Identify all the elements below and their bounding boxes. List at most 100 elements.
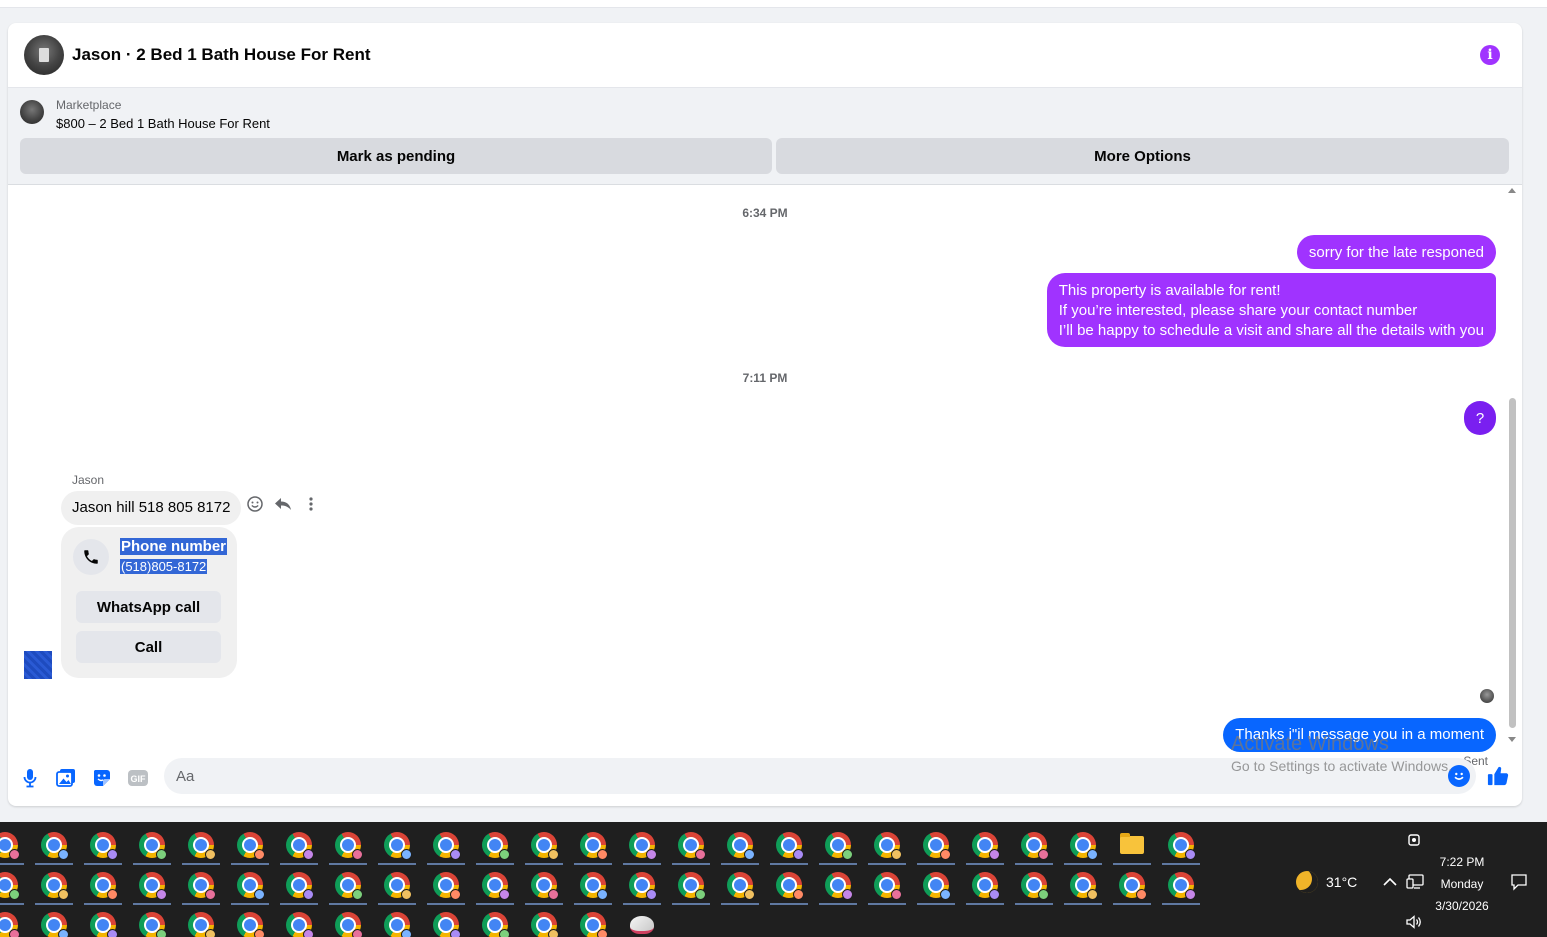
chevron-up-icon[interactable] (1383, 874, 1397, 890)
chrome-profile-icon[interactable] (819, 830, 857, 865)
chrome-profile-icon[interactable] (721, 830, 759, 865)
chrome-profile-icon[interactable] (525, 830, 563, 865)
outgoing-message[interactable]: Thanks i"il message you in a moment (1223, 718, 1496, 752)
chrome-profile-icon[interactable] (39, 910, 69, 937)
chrome-profile-icon[interactable] (235, 910, 265, 937)
chrome-profile-icon[interactable] (427, 870, 465, 905)
chrome-profile-icon[interactable] (623, 830, 661, 865)
gif-icon[interactable]: GIF (126, 766, 150, 790)
scroll-thumb[interactable] (1509, 398, 1516, 728)
phone-number-value[interactable]: (518)805-8172 (120, 559, 208, 574)
chrome-profile-icon[interactable] (182, 870, 220, 905)
chrome-profile-icon[interactable] (133, 830, 171, 865)
microphone-icon[interactable] (18, 766, 42, 790)
more-options-icon[interactable] (302, 495, 320, 513)
scroll-up-arrow[interactable] (1508, 188, 1516, 193)
chrome-profile-icon[interactable] (868, 830, 906, 865)
chrome-profile-icon[interactable] (382, 910, 412, 937)
volume-icon[interactable] (1405, 914, 1423, 933)
chrome-profile-icon[interactable] (231, 830, 269, 865)
chrome-profile-icon[interactable] (966, 830, 1004, 865)
chrome-profile-icon[interactable] (672, 870, 710, 905)
system-clock[interactable]: 7:22 PM Monday 3/30/2026 (1425, 851, 1499, 917)
chrome-profile-icon[interactable] (84, 830, 122, 865)
scroll-down-arrow[interactable] (1508, 737, 1516, 742)
whatsapp-call-button[interactable]: WhatsApp call (76, 591, 221, 623)
chrome-profile-icon[interactable] (480, 910, 510, 937)
chrome-profile-icon[interactable] (431, 910, 461, 937)
chrome-profile-icon[interactable] (182, 830, 220, 865)
mark-pending-button[interactable]: Mark as pending (20, 138, 772, 174)
emoji-icon[interactable] (1448, 765, 1470, 787)
chrome-profile-icon[interactable] (770, 870, 808, 905)
chrome-profile-icon[interactable] (917, 830, 955, 865)
thumbs-up-icon[interactable] (1486, 764, 1510, 788)
chrome-profile-icon[interactable] (84, 870, 122, 905)
chrome-profile-icon[interactable] (578, 910, 608, 937)
chrome-profile-icon[interactable] (333, 910, 363, 937)
chrome-profile-icon[interactable] (0, 870, 24, 905)
chrome-profile-icon[interactable] (280, 870, 318, 905)
chrome-profile-icon[interactable] (476, 870, 514, 905)
chrome-profile-icon[interactable] (35, 830, 73, 865)
chrome-profile-icon[interactable] (137, 910, 167, 937)
reply-icon[interactable] (274, 495, 292, 513)
chrome-profile-icon[interactable] (1064, 870, 1102, 905)
chrome-profile-icon[interactable] (133, 870, 171, 905)
outgoing-message[interactable]: ? (1464, 401, 1496, 435)
outgoing-message[interactable]: sorry for the late responed (1296, 235, 1496, 269)
chrome-profile-icon[interactable] (966, 870, 1004, 905)
react-emoji-icon[interactable] (246, 495, 264, 513)
network-icon[interactable] (1406, 874, 1424, 893)
meet-now-icon[interactable] (1407, 832, 1421, 851)
listing-thumbnail[interactable] (20, 100, 44, 124)
chrome-profile-icon[interactable] (672, 830, 710, 865)
chrome-profile-icon[interactable] (574, 830, 612, 865)
chrome-profile-icon[interactable] (186, 910, 216, 937)
info-icon[interactable]: i (1480, 45, 1500, 65)
chrome-profile-icon[interactable] (529, 910, 559, 937)
chrome-profile-icon[interactable] (231, 870, 269, 905)
message-scrollbar[interactable] (1506, 188, 1518, 744)
chrome-profile-icon[interactable] (329, 870, 367, 905)
chrome-profile-icon[interactable] (476, 830, 514, 865)
photo-icon[interactable] (54, 766, 78, 790)
chrome-profile-icon[interactable] (88, 910, 118, 937)
chrome-profile-icon[interactable] (280, 830, 318, 865)
chrome-profile-icon[interactable] (623, 870, 661, 905)
chrome-profile-icon[interactable] (1162, 830, 1200, 865)
chrome-profile-icon[interactable] (574, 870, 612, 905)
chrome-profile-icon[interactable] (378, 830, 416, 865)
chrome-profile-icon[interactable] (868, 870, 906, 905)
chrome-profile-icon[interactable] (378, 870, 416, 905)
chrome-profile-icon[interactable] (721, 870, 759, 905)
chrome-profile-icon[interactable] (1015, 830, 1053, 865)
incoming-message[interactable]: Jason hill 518 805 8172 (61, 491, 242, 525)
file-explorer-icon[interactable] (1113, 830, 1151, 865)
weather-widget[interactable]: 31°C (1296, 871, 1357, 893)
chrome-profile-icon[interactable] (1162, 870, 1200, 905)
sender-avatar[interactable] (24, 651, 52, 679)
more-options-button[interactable]: More Options (776, 138, 1509, 174)
chrome-profile-icon[interactable] (1064, 830, 1102, 865)
chrome-profile-icon[interactable] (427, 830, 465, 865)
chrome-profile-icon[interactable] (770, 830, 808, 865)
outgoing-message[interactable]: This property is available for rent! If … (1046, 273, 1496, 347)
chrome-profile-icon[interactable] (0, 910, 20, 937)
conversation-title[interactable]: Jason · 2 Bed 1 Bath House For Rent (72, 45, 371, 65)
chrome-profile-icon[interactable] (35, 870, 73, 905)
sticker-icon[interactable] (90, 766, 114, 790)
chrome-profile-icon[interactable] (525, 870, 563, 905)
chrome-profile-icon[interactable] (1015, 870, 1053, 905)
call-button[interactable]: Call (76, 631, 221, 663)
message-input[interactable] (164, 758, 1476, 794)
notification-icon[interactable] (1510, 873, 1528, 894)
chrome-profile-icon[interactable] (1113, 870, 1151, 905)
chrome-profile-icon[interactable] (0, 830, 24, 865)
paint-app-icon[interactable] (627, 910, 657, 937)
listing-summary[interactable]: $800 – 2 Bed 1 Bath House For Rent (56, 116, 270, 131)
chrome-profile-icon[interactable] (284, 910, 314, 937)
chrome-profile-icon[interactable] (329, 830, 367, 865)
chrome-profile-icon[interactable] (917, 870, 955, 905)
chrome-profile-icon[interactable] (819, 870, 857, 905)
